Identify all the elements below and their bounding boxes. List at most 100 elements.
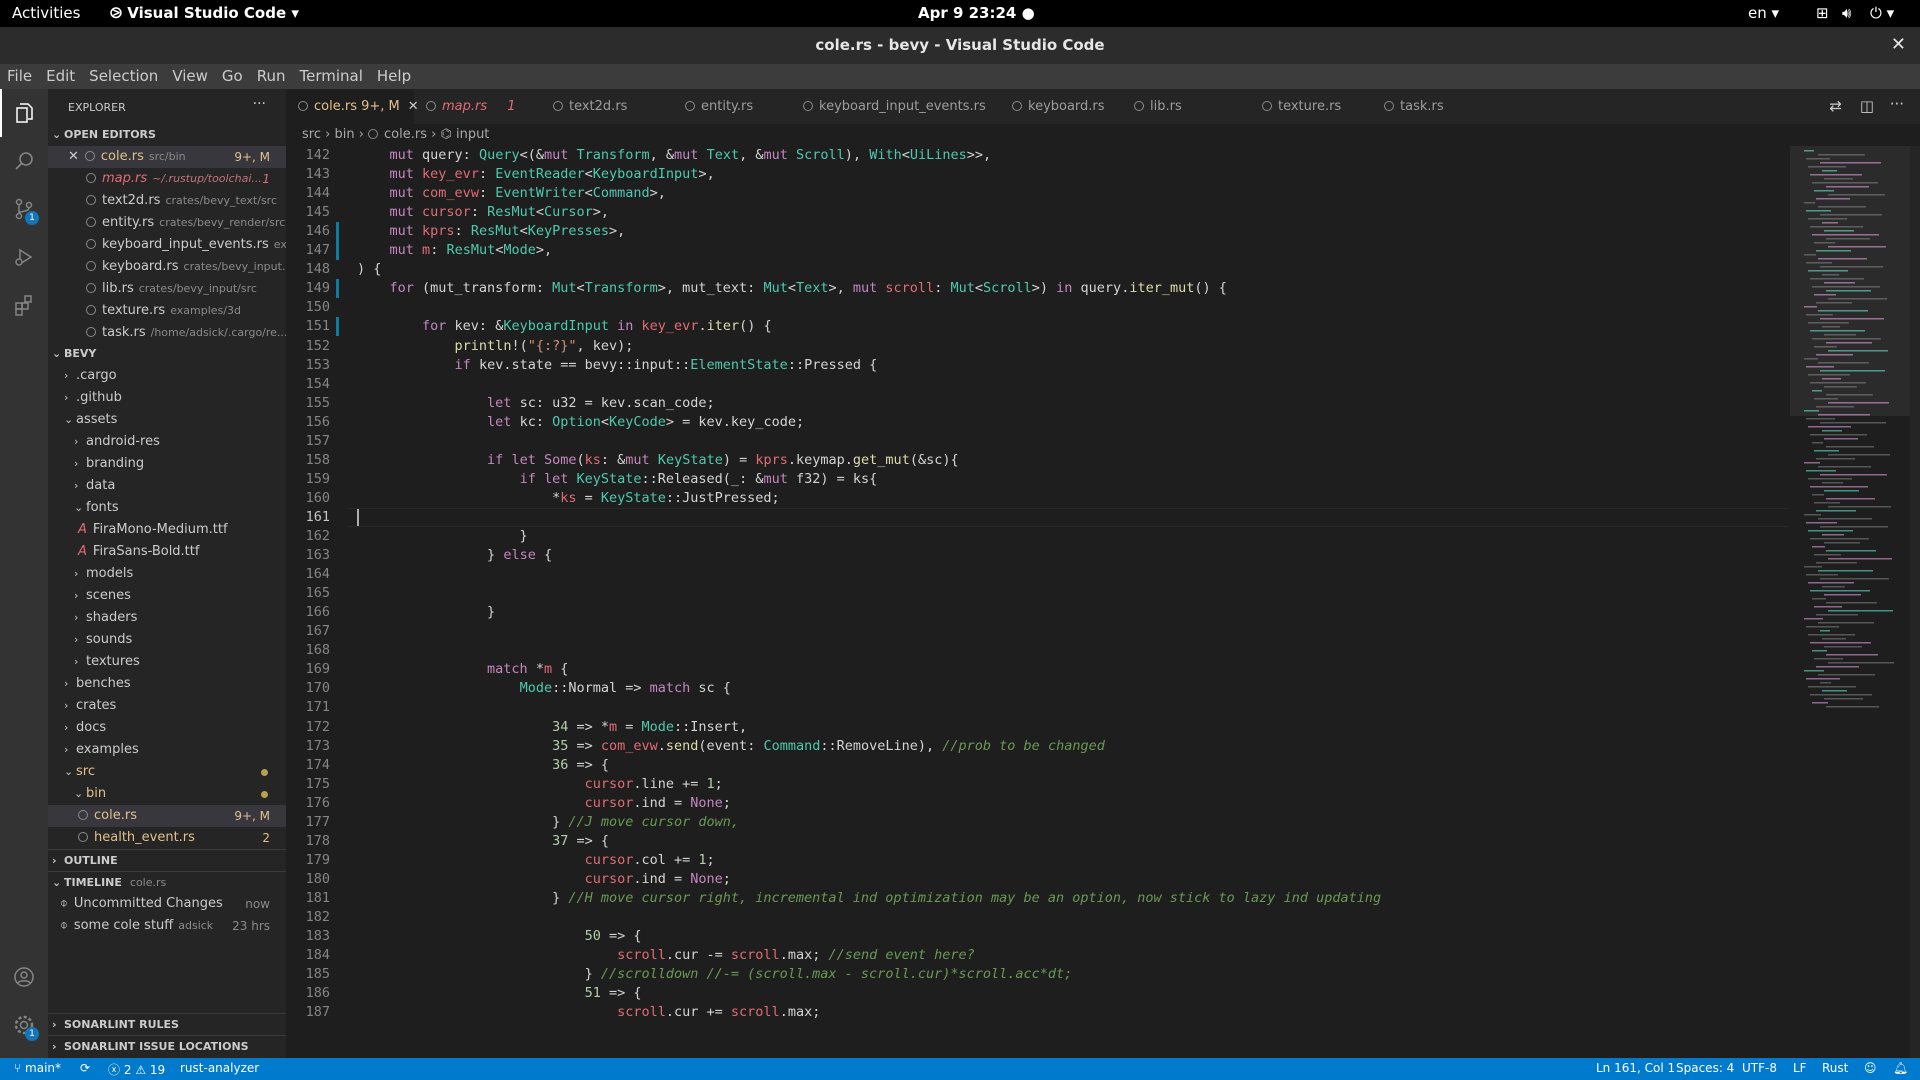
- breadcrumb-symbol[interactable]: input: [456, 127, 489, 142]
- settings-gear-icon[interactable]: 1: [0, 1001, 48, 1049]
- timeline-item[interactable]: ⌽ some cole stuff adsick 23 hrs: [48, 915, 286, 937]
- code-line[interactable]: cursor.line += 1;: [357, 775, 723, 794]
- more-actions-icon[interactable]: ···: [1890, 95, 1904, 113]
- code-line[interactable]: let sc: u32 = kev.scan_code;: [357, 394, 715, 413]
- tab-text2d-rs[interactable]: text2d.rs: [541, 89, 651, 124]
- tab-map-rs[interactable]: map.rs 1: [414, 89, 534, 124]
- code-editor[interactable]: 142 143 144 145 146 147 148 149 150 151 152 153 154 1…: [286, 146, 1790, 1058]
- breadcrumb-file[interactable]: cole.rs: [384, 127, 427, 142]
- menu-go[interactable]: Go: [215, 64, 250, 85]
- open-editor-item[interactable]: text2d.rs crates/bevy_text/src: [48, 190, 286, 212]
- close-editor-icon[interactable]: ✕: [68, 149, 79, 164]
- code-line[interactable]: if let Some(ks: &mut KeyState) = kprs.ke…: [357, 451, 959, 470]
- tree-folder[interactable]: › android-res: [48, 431, 286, 453]
- code-line[interactable]: 37 => {: [357, 832, 609, 851]
- code-line[interactable]: mut kprs: ResMut<KeyPresses>,: [357, 222, 626, 241]
- feedback-icon[interactable]: ☺: [1864, 1061, 1877, 1075]
- menu-view[interactable]: View: [165, 64, 215, 85]
- project-header[interactable]: ⌄ BEVY: [48, 343, 286, 365]
- code-line[interactable]: mut key_evr: EventReader<KeyboardInput>,: [357, 165, 715, 184]
- open-editors-header[interactable]: ⌄ OPEN EDITORS: [48, 124, 286, 146]
- code-line[interactable]: scroll.cur += scroll.max;: [357, 1003, 820, 1022]
- code-line[interactable]: cursor.ind = None;: [357, 870, 731, 889]
- code-line[interactable]: }: [357, 527, 528, 546]
- code-line[interactable]: let kc: Option<KeyCode> = kev.key_code;: [357, 413, 804, 432]
- tree-folder[interactable]: › .github: [48, 387, 286, 409]
- clock[interactable]: Apr 9 23:24 ●: [918, 4, 1035, 22]
- menu-help[interactable]: Help: [370, 64, 418, 85]
- cursor-position[interactable]: Ln 161, Col 1: [1596, 1061, 1675, 1075]
- tree-file[interactable]: health_event.rs 2: [48, 827, 286, 849]
- code-line[interactable]: Mode::Normal => match sc {: [357, 679, 731, 698]
- tree-folder[interactable]: › .cargo: [48, 365, 286, 387]
- tree-folder[interactable]: › docs: [48, 717, 286, 739]
- language-indicator[interactable]: en ▾: [1748, 4, 1779, 22]
- tree-folder[interactable]: › branding: [48, 453, 286, 475]
- sonarlint-issues-header[interactable]: › SONARLINT ISSUE LOCATIONS: [48, 1035, 286, 1057]
- activities-button[interactable]: Activities: [12, 4, 80, 22]
- rust-analyzer-status[interactable]: rust-analyzer: [180, 1061, 259, 1075]
- menu-selection[interactable]: Selection: [82, 64, 165, 85]
- menu-edit[interactable]: Edit: [39, 64, 82, 85]
- app-menu[interactable]: ⧁ Visual Studio Code ▾: [110, 4, 299, 22]
- tab-keyboard-input-events-rs[interactable]: keyboard_input_events.rs: [791, 89, 991, 124]
- menu-run[interactable]: Run: [250, 64, 293, 85]
- network-icon[interactable]: ⊞: [1816, 4, 1829, 22]
- language-mode[interactable]: Rust: [1822, 1061, 1848, 1075]
- code-line[interactable]: cursor.col += 1;: [357, 851, 715, 870]
- code-line[interactable]: 35 => com_evw.send(event: Command::Remov…: [357, 737, 1105, 756]
- account-icon[interactable]: [0, 953, 48, 1001]
- tree-folder[interactable]: › models: [48, 563, 286, 585]
- tree-folder[interactable]: › shaders: [48, 607, 286, 629]
- tree-folder[interactable]: ⌄ assets: [48, 409, 286, 431]
- tree-folder[interactable]: ⌄ src: [48, 761, 286, 783]
- code-line[interactable]: cursor.ind = None;: [357, 794, 731, 813]
- menu-terminal[interactable]: Terminal: [293, 64, 370, 85]
- code-line[interactable]: *ks = KeyState::JustPressed;: [357, 489, 780, 508]
- end-of-line[interactable]: LF: [1793, 1061, 1807, 1075]
- sync-icon[interactable]: ⟳: [80, 1061, 90, 1075]
- more-actions-icon[interactable]: ···: [253, 97, 266, 115]
- timeline-header[interactable]: ⌄ TIMELINE cole.rs: [48, 871, 286, 893]
- code-line[interactable]: } else {: [357, 546, 552, 565]
- tree-folder[interactable]: › textures: [48, 651, 286, 673]
- close-window-icon[interactable]: ✕: [1891, 34, 1906, 55]
- code-line[interactable]: } //H move cursor right, incremental ind…: [357, 889, 1381, 908]
- code-line[interactable]: } //J move cursor down,: [357, 813, 739, 832]
- source-control-icon[interactable]: 1: [0, 185, 48, 233]
- tree-folder[interactable]: › benches: [48, 673, 286, 695]
- tab-task-rs[interactable]: task.rs: [1372, 89, 1472, 124]
- code-line[interactable]: mut m: ResMut<Mode>,: [357, 241, 553, 260]
- code-line[interactable]: mut query: Query<(&mut Transform, &mut T…: [357, 146, 992, 165]
- tree-folder[interactable]: › data: [48, 475, 286, 497]
- tree-folder[interactable]: › crates: [48, 695, 286, 717]
- code-line[interactable]: 51 => {: [357, 984, 642, 1003]
- code-line[interactable]: ) {: [357, 260, 381, 279]
- code-line[interactable]: for (mut_transform: Mut<Transform>, mut_…: [357, 279, 1227, 298]
- minimap[interactable]: [1790, 146, 1910, 1058]
- tree-folder[interactable]: › sounds: [48, 629, 286, 651]
- search-icon[interactable]: [0, 137, 48, 185]
- extensions-icon[interactable]: [0, 281, 48, 329]
- code-line[interactable]: 50 => {: [357, 927, 642, 946]
- open-editor-item[interactable]: map.rs ~/.rustup/toolchai... 1: [48, 168, 286, 190]
- outline-header[interactable]: › OUTLINE: [48, 849, 286, 871]
- tree-folder[interactable]: ⌄ bin: [48, 783, 286, 805]
- tree-file[interactable]: A FiraSans-Bold.ttf: [48, 541, 286, 563]
- open-editor-item[interactable]: keyboard_input_events.rs ex...: [48, 234, 286, 256]
- menu-file[interactable]: File: [0, 64, 39, 85]
- code-line[interactable]: match *m {: [357, 660, 568, 679]
- code-line[interactable]: scroll.cur -= scroll.max; //send event h…: [357, 946, 975, 965]
- problems-indicator[interactable]: ⓧ 2 ⚠ 19: [108, 1061, 165, 1078]
- code-line[interactable]: } //scrolldown //-= (scroll.max - scroll…: [357, 965, 1073, 984]
- power-menu-icon[interactable]: ⏻ ▾: [1870, 4, 1894, 22]
- tree-folder[interactable]: › examples: [48, 739, 286, 761]
- breadcrumb-bin[interactable]: bin: [334, 127, 354, 142]
- breadcrumb-src[interactable]: src: [302, 127, 321, 142]
- open-editor-item[interactable]: lib.rs crates/bevy_input/src: [48, 278, 286, 300]
- open-editor-item[interactable]: keyboard.rs crates/bevy_input...: [48, 256, 286, 278]
- tab-texture-rs[interactable]: texture.rs: [1250, 89, 1360, 124]
- branch-indicator[interactable]: ⑂ main*: [14, 1061, 61, 1075]
- tree-folder[interactable]: › scenes: [48, 585, 286, 607]
- code-line[interactable]: if kev.state == bevy::input::ElementStat…: [357, 356, 878, 375]
